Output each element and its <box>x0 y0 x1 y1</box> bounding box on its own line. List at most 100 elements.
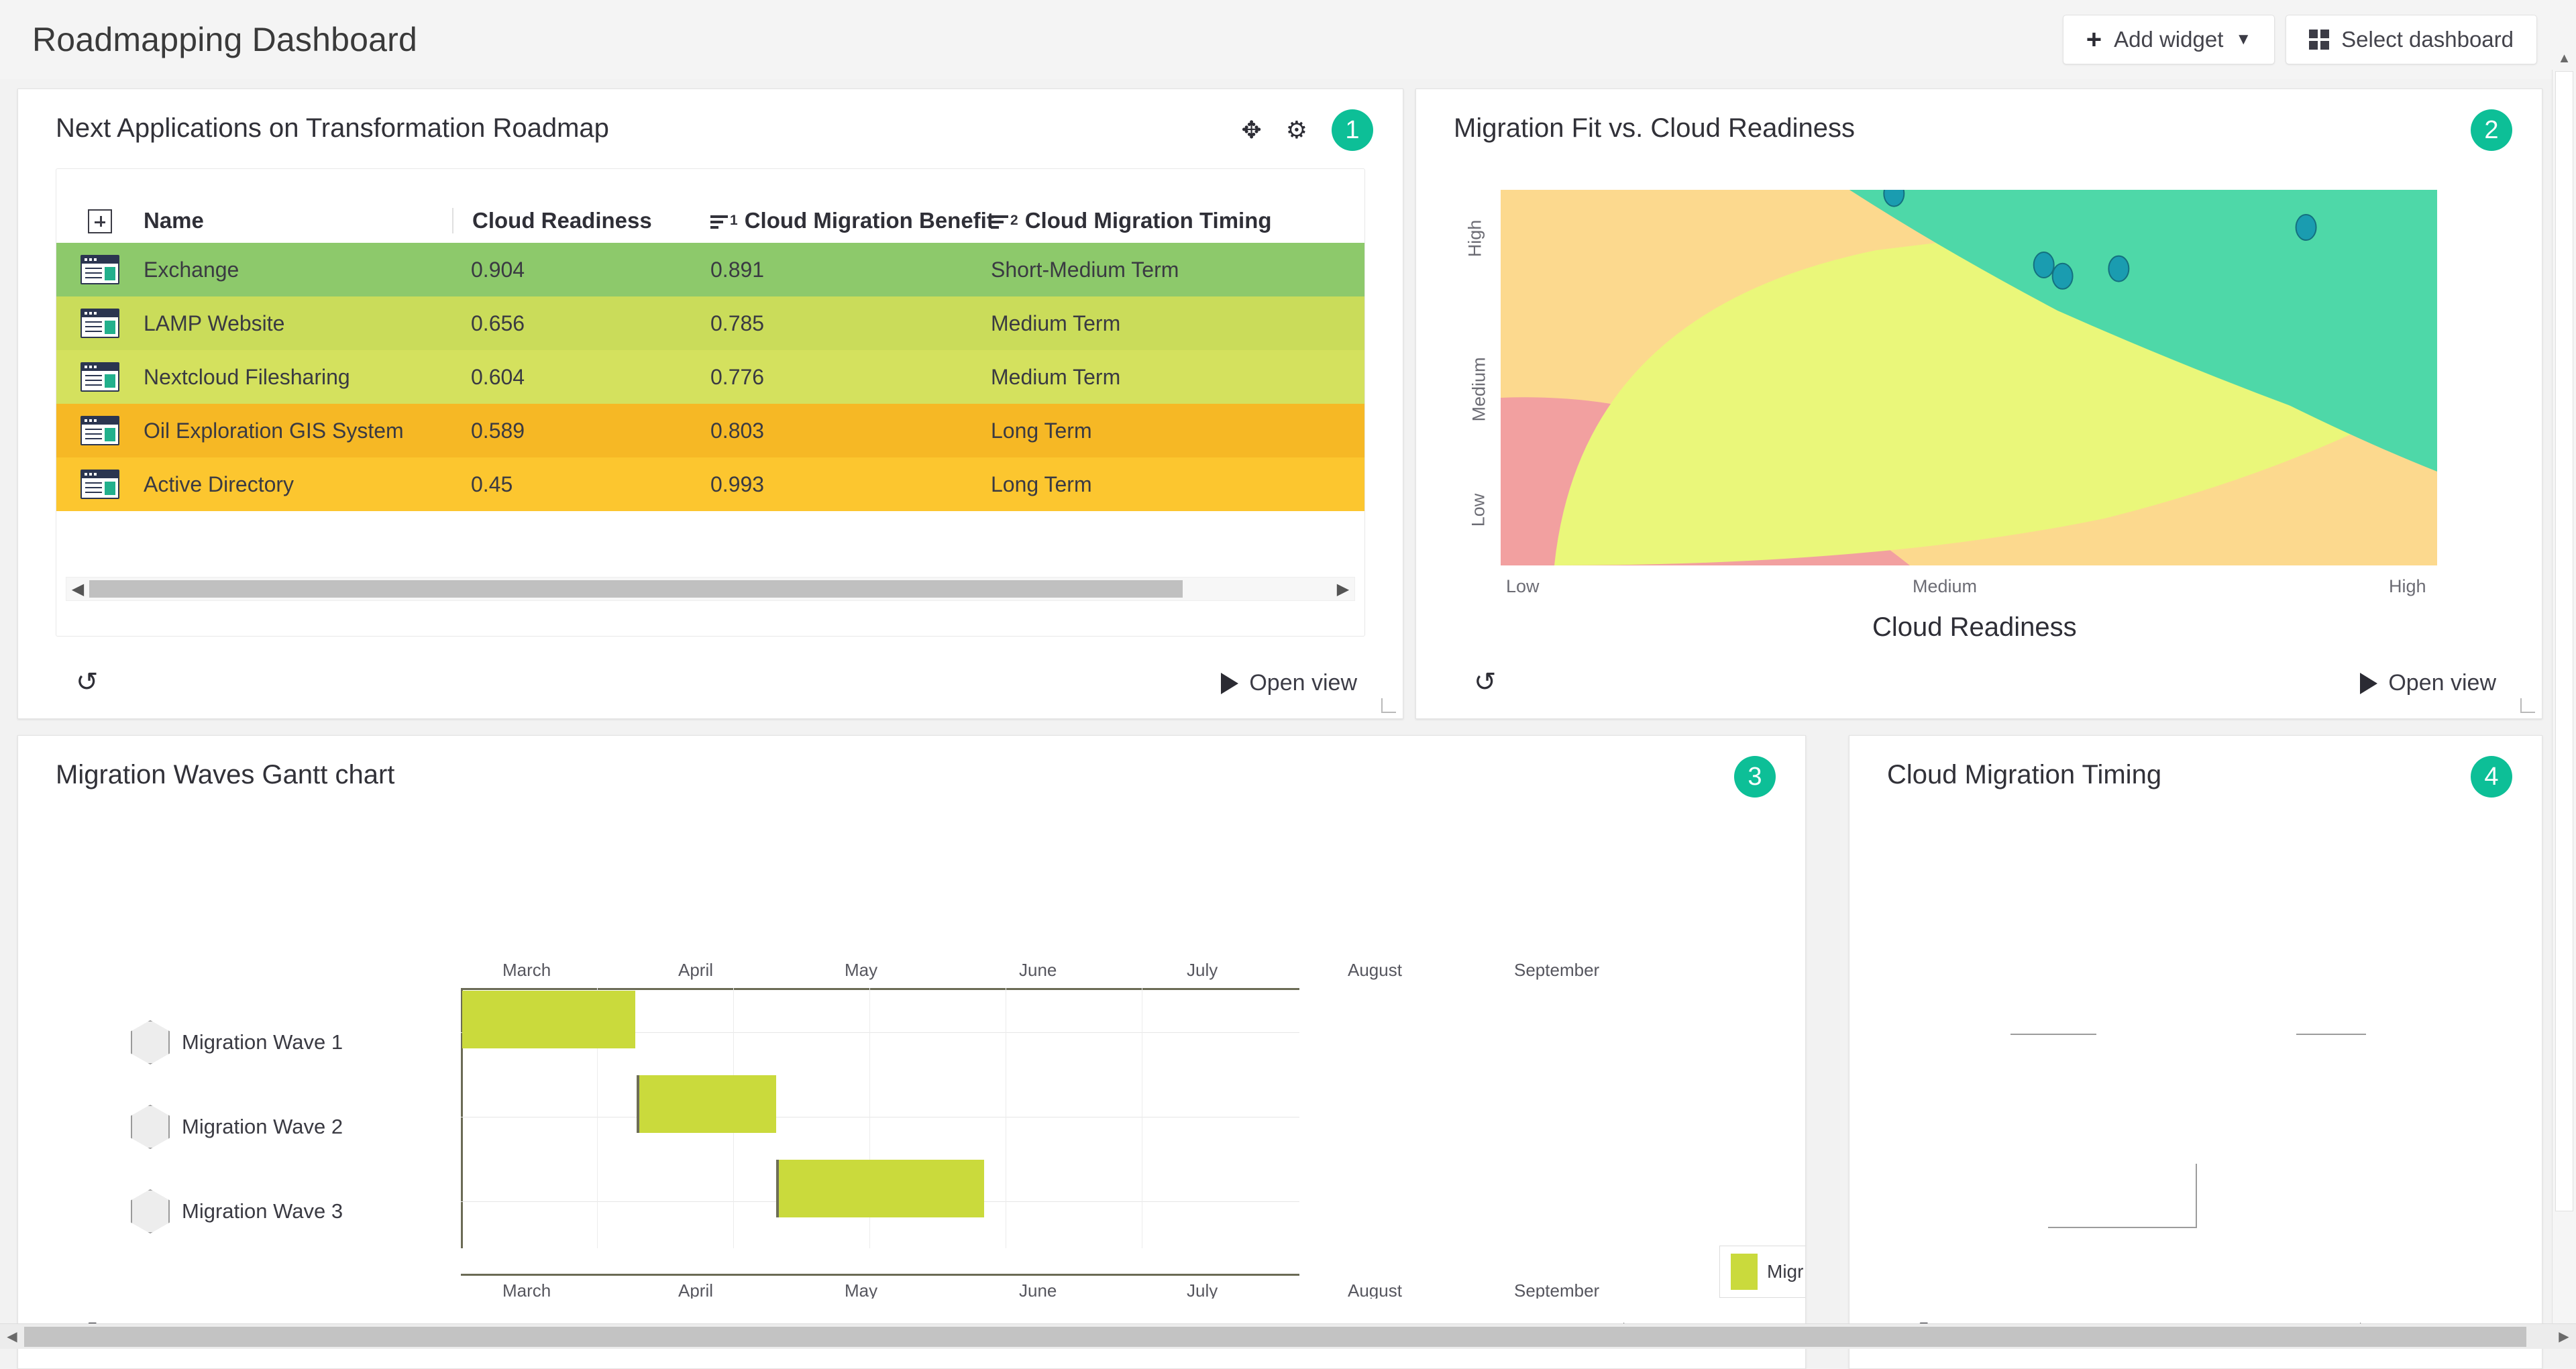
scroll-thumb[interactable] <box>89 580 1183 598</box>
open-view-label: Open view <box>2388 670 2496 696</box>
widget-cloud-migration-timing: Cloud Migration Timing 4 ↺ <box>1849 735 2542 1369</box>
widget-1-badge: 1 <box>1332 109 1373 151</box>
gantt-top-tick-4: July <box>1187 960 1218 981</box>
table-row[interactable]: Nextcloud Filesharing0.6040.776Medium Te… <box>56 350 1364 404</box>
table-row[interactable]: LAMP Website0.6560.785Medium Term <box>56 296 1364 350</box>
column-header-timing-label: Cloud Migration Timing <box>1025 208 1272 233</box>
cell-cloud-readiness: 0.604 <box>452 365 710 390</box>
app-window-icon <box>56 362 144 392</box>
legend-swatch <box>1731 1254 1758 1290</box>
wave-label: Migration Wave 1 <box>182 1030 343 1054</box>
page-horizontal-scrollbar[interactable]: ◀ ▶ <box>0 1323 2576 1349</box>
grid-icon <box>2309 30 2329 50</box>
y-tick-high: High <box>1464 220 1485 258</box>
scroll-track[interactable] <box>24 1325 2552 1348</box>
play-icon <box>1221 673 1238 694</box>
widget-4-title: Cloud Migration Timing <box>1887 760 2161 790</box>
table-header-row: Name Cloud Readiness 1 Cloud Migration B… <box>56 169 1364 243</box>
gantt-bottom-axis <box>461 1274 1299 1276</box>
table-row[interactable]: Exchange0.9040.891Short-Medium Term <box>56 243 1364 296</box>
gantt-top-axis <box>461 988 1299 990</box>
move-icon[interactable]: ✥ <box>1242 118 1262 142</box>
gantt-bottom-tick-5: August <box>1348 1280 1402 1299</box>
add-widget-label: Add widget <box>2114 27 2223 52</box>
expand-all-toggle[interactable] <box>56 209 144 233</box>
hexagon-icon <box>131 1105 170 1149</box>
gantt-row-label-3: Migration Wave 3 <box>131 1189 343 1234</box>
horizontal-scroll-thumb[interactable] <box>24 1327 2526 1347</box>
open-view-button-1[interactable]: Open view <box>1221 670 1357 696</box>
scatter-point[interactable] <box>2108 256 2129 282</box>
cell-cloud-migration-benefit: 0.803 <box>710 419 991 443</box>
plus-icon: + <box>2086 26 2102 53</box>
open-view-label: Open view <box>1249 670 1357 696</box>
column-header-cloud-readiness[interactable]: Cloud Readiness <box>452 208 710 233</box>
cell-cloud-migration-benefit: 0.785 <box>710 311 991 336</box>
open-view-button-2[interactable]: Open view <box>2360 670 2496 696</box>
gantt-top-tick-6: September <box>1514 960 1599 981</box>
scroll-track[interactable] <box>89 580 1332 598</box>
scatter-point[interactable] <box>1884 190 1904 207</box>
gantt-row-label-2: Migration Wave 2 <box>131 1105 343 1149</box>
column-header-cloud-migration-timing[interactable]: 2 Cloud Migration Timing <box>991 208 1364 233</box>
resize-handle[interactable] <box>1381 698 1396 713</box>
x-tick-high: High <box>2389 576 2426 597</box>
scroll-left-arrow-icon[interactable]: ◀ <box>0 1328 24 1345</box>
table-row[interactable]: Oil Exploration GIS System0.5890.803Long… <box>56 404 1364 457</box>
cell-cloud-readiness: 0.656 <box>452 311 710 336</box>
scatter-point[interactable] <box>2296 215 2316 240</box>
scroll-right-arrow-icon[interactable]: ▶ <box>1332 580 1354 599</box>
table-body: Exchange0.9040.891Short-Medium TermLAMP … <box>56 243 1364 511</box>
gantt-bar-wave-3[interactable] <box>776 1160 984 1217</box>
gantt-top-tick-3: June <box>1019 960 1057 981</box>
scroll-left-arrow-icon[interactable]: ◀ <box>66 580 89 599</box>
gantt-top-tick-5: August <box>1348 960 1402 981</box>
select-dashboard-button[interactable]: Select dashboard <box>2286 15 2537 64</box>
applications-table: Name Cloud Readiness 1 Cloud Migration B… <box>56 168 1365 637</box>
scroll-up-arrow-icon[interactable]: ▲ <box>2553 47 2576 70</box>
cell-cloud-readiness: 0.589 <box>452 419 710 443</box>
x-axis-label: Cloud Readiness <box>1872 612 2077 643</box>
gantt-bar-wave-1[interactable] <box>462 991 635 1048</box>
cell-name: Active Directory <box>144 472 452 497</box>
app-window-icon <box>56 255 144 284</box>
cell-name: Nextcloud Filesharing <box>144 365 452 390</box>
scatter-plot-area[interactable] <box>1501 190 2437 565</box>
refresh-icon[interactable]: ↺ <box>76 669 99 696</box>
vertical-scroll-thumb[interactable] <box>2555 71 2573 1211</box>
topbar-actions: + Add widget ▼ Select dashboard <box>2063 15 2537 64</box>
refresh-icon[interactable]: ↺ <box>1474 669 1497 696</box>
dashboard-board: Next Applications on Transformation Road… <box>0 79 2576 1323</box>
widget-1-body: Name Cloud Readiness 1 Cloud Migration B… <box>18 164 1403 649</box>
table-row[interactable]: Active Directory0.450.993Long Term <box>56 457 1364 511</box>
column-header-name[interactable]: Name <box>144 208 452 233</box>
gantt-legend: Migr <box>1719 1246 1805 1298</box>
gantt-bottom-tick-1: April <box>678 1280 713 1299</box>
cell-cloud-migration-timing: Long Term <box>991 472 1364 497</box>
widget-3-tools: 3 <box>1734 756 1776 798</box>
scroll-right-arrow-icon[interactable]: ▶ <box>2552 1328 2576 1345</box>
sort-descending-icon: 1 <box>710 213 738 229</box>
widget-3-header: Migration Waves Gantt chart 3 <box>18 736 1805 811</box>
gantt-bottom-tick-3: June <box>1019 1280 1057 1299</box>
widget-4-tools: 4 <box>2471 756 2512 798</box>
cell-cloud-migration-benefit: 0.776 <box>710 365 991 390</box>
plus-box-icon <box>88 209 112 233</box>
gear-icon[interactable]: ⚙ <box>1286 118 1307 142</box>
gantt-bar-wave-2[interactable] <box>637 1075 776 1133</box>
chevron-down-icon: ▼ <box>2235 32 2251 48</box>
sort-ascending-icon: 2 <box>991 213 1018 229</box>
gantt-top-tick-1: April <box>678 960 713 981</box>
column-header-benefit-label: Cloud Migration Benefit <box>745 208 994 233</box>
top-bar: Roadmapping Dashboard + Add widget ▼ Sel… <box>0 0 2576 79</box>
gantt-plot-area[interactable] <box>461 967 1299 1248</box>
column-header-cloud-migration-benefit[interactable]: 1 Cloud Migration Benefit <box>710 208 991 233</box>
scatter-point[interactable] <box>2053 264 2073 289</box>
table-horizontal-scrollbar[interactable]: ◀ ▶ <box>66 577 1355 601</box>
leader-line-short-medium-v <box>2196 1164 2197 1228</box>
resize-handle[interactable] <box>2520 698 2535 713</box>
scatter-point[interactable] <box>2034 252 2054 278</box>
add-widget-button[interactable]: + Add widget ▼ <box>2063 15 2275 64</box>
page-vertical-scrollbar[interactable]: ▲ ▼ <box>2552 70 2576 1323</box>
hexagon-icon <box>131 1020 170 1064</box>
